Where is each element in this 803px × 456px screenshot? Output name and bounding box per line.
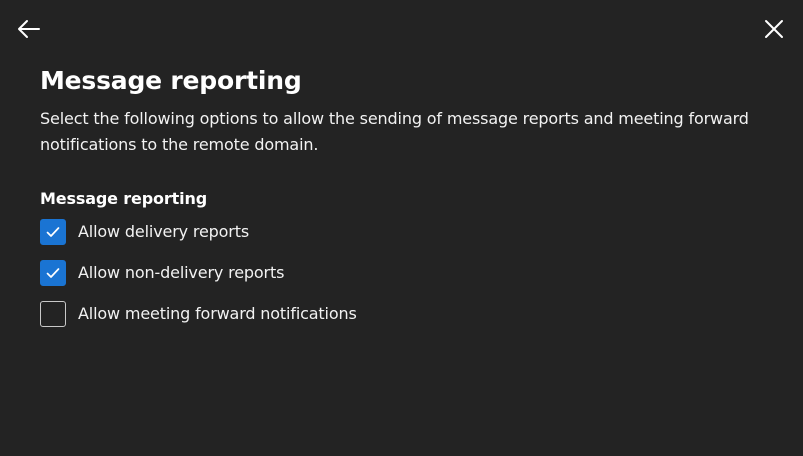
- option-label: Allow non-delivery reports: [78, 263, 285, 282]
- allow-non-delivery-reports-option[interactable]: Allow non-delivery reports: [40, 259, 284, 287]
- close-icon: [765, 20, 783, 38]
- allow-delivery-reports-checkbox[interactable]: [40, 219, 66, 245]
- page-title: Message reporting: [40, 66, 302, 95]
- allow-delivery-reports-option[interactable]: Allow delivery reports: [40, 218, 249, 246]
- option-label: Allow meeting forward notifications: [78, 304, 357, 323]
- back-button[interactable]: [12, 13, 44, 45]
- arrow-left-icon: [18, 20, 40, 38]
- checkmark-icon: [46, 268, 60, 278]
- message-reporting-panel: Message reporting Select the following o…: [0, 0, 803, 456]
- allow-meeting-forward-notifications-option[interactable]: Allow meeting forward notifications: [40, 300, 357, 328]
- page-description: Select the following options to allow th…: [40, 109, 749, 154]
- option-label: Allow delivery reports: [78, 222, 250, 241]
- checkmark-icon: [46, 227, 60, 237]
- allow-meeting-forward-notifications-checkbox[interactable]: [40, 301, 66, 327]
- allow-non-delivery-reports-checkbox[interactable]: [40, 260, 66, 286]
- close-button[interactable]: [758, 13, 790, 45]
- section-label: Message reporting: [40, 189, 207, 208]
